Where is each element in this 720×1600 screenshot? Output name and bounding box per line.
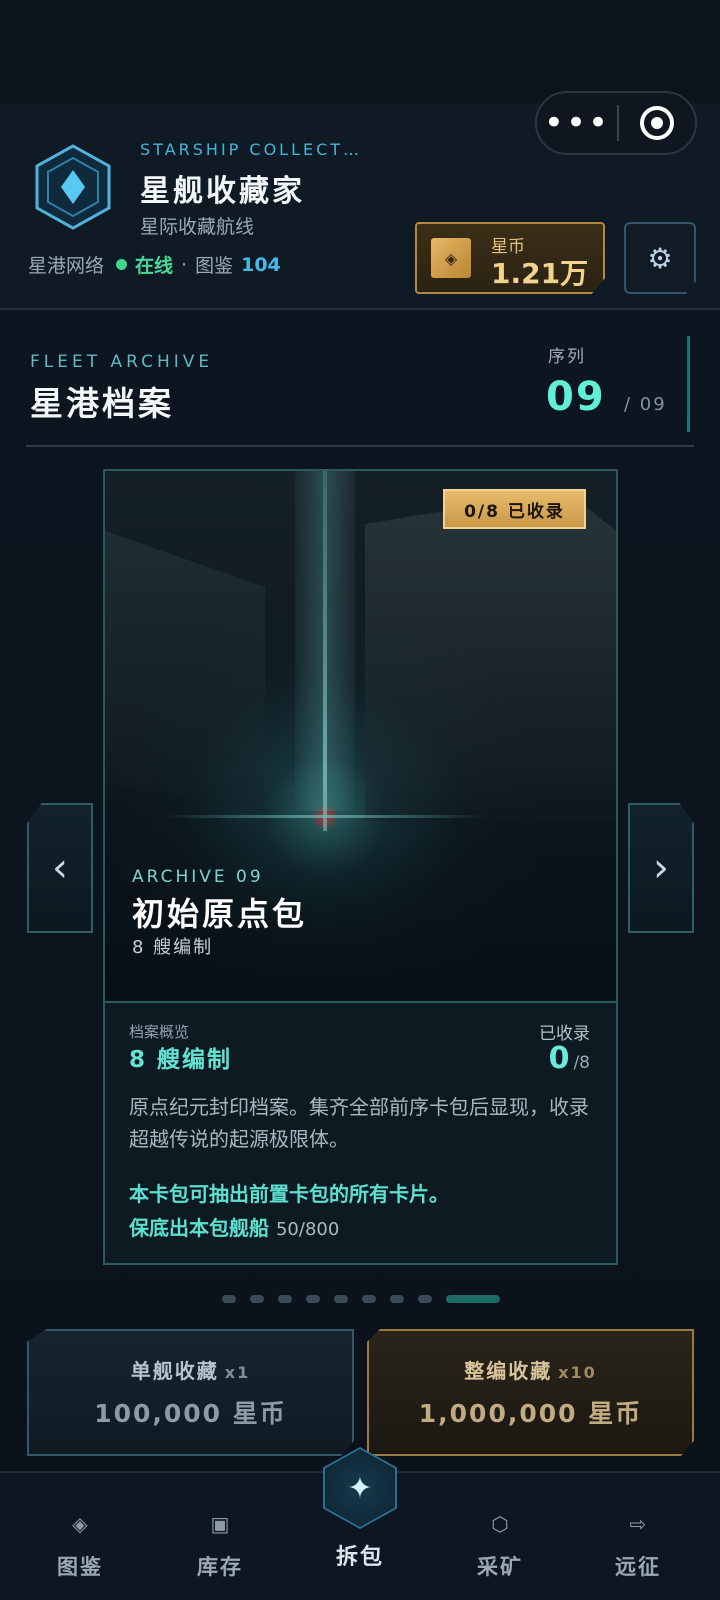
codex-icon: ◈ [72,1512,88,1536]
pity-label: 保底出本包舰船 [129,1216,269,1240]
coin-balance[interactable]: ◈ 星币 1.21万 [415,222,605,294]
mining-icon: ⬡ [491,1512,509,1536]
network-status-row: 星港网络 在线 · 图鉴 104 [28,251,281,278]
ten-draw-title: 整编收藏 x10 [464,1355,597,1384]
next-pack-button[interactable]: › [628,803,694,933]
online-dot-icon [116,259,128,270]
coin-value: 1.21万 [491,257,589,290]
ten-draw-price: 1,000,000 星币 [418,1399,643,1428]
pack-card[interactable]: 0/8 已收录 ARCHIVE 09 初始原点包 8 艘编制 档案概览 8 艘编… [103,469,618,1265]
single-draw-label: 单舰收藏 [130,1359,219,1383]
network-label: 星港网络 [28,255,105,277]
single-draw-title: 单舰收藏 x1 [131,1355,250,1384]
bottom-tab-bar: ◈ 图鉴 ▣ 库存 ✦ 拆包 ⬡ 采矿 ⇨ 远征 [0,1447,720,1600]
pager-dot[interactable] [334,1295,348,1303]
archive-title: 星港档案 [30,384,174,423]
tab-unpack-label: 拆包 [335,1545,384,1570]
pack-code: ARCHIVE 09 [132,867,264,887]
tab-mining-label: 采矿 [477,1555,523,1579]
mini-program-capsule: ••• [535,91,697,155]
pack-highlight: 本卡包可抽出前置卡包的所有卡片。 [129,1182,449,1206]
hex-frame: ✦ [323,1447,397,1529]
single-draw-button[interactable]: 单舰收藏 x1 100,000 星币 [27,1329,354,1456]
inventory-icon: ▣ [210,1512,230,1536]
pager-dot[interactable] [390,1295,404,1303]
settings-button[interactable]: ⚙ [624,222,696,294]
ten-draw-label: 整编收藏 [464,1359,553,1383]
pack-name: 初始原点包 [132,895,308,933]
single-draw-price: 100,000 星币 [94,1399,287,1428]
tab-codex-label: 图鉴 [57,1555,103,1579]
pack-pager [222,1295,500,1303]
pager-dot[interactable] [446,1295,500,1303]
tab-unpack[interactable]: ✦ 拆包 [305,1447,415,1571]
status-area [0,0,720,104]
codex-label: 图鉴 [195,255,234,277]
app-logo [35,144,111,230]
pack-description: 原点纪元封印档案。集齐全部前序卡包后显现，收录超越传说的起源极限体。 [129,1095,589,1151]
tab-inventory-label: 库存 [197,1555,243,1579]
pity-value: 50/800 [275,1219,340,1240]
pager-dot[interactable] [222,1295,236,1303]
gear-icon: ⚙ [647,241,673,275]
app-frame: STARSHIP COLLECT… 星舰收藏家 星际收藏航线 星港网络 在线 ·… [0,0,720,1600]
tab-mining[interactable]: ⬡ 采矿 [445,1511,555,1581]
app-subtitle: 星际收藏航线 [140,216,255,238]
app-subtitle-en: STARSHIP COLLECT… [140,140,363,159]
app-title: 星舰收藏家 [140,174,305,209]
tab-codex[interactable]: ◈ 图鉴 [25,1511,135,1581]
sequence-total: / 09 [624,394,667,415]
tab-expedition[interactable]: ⇨ 远征 [583,1511,693,1581]
collected-badge: 0/8 已收录 [443,489,586,529]
target-icon [640,106,674,140]
recorded-count: 0 /8 [549,1041,590,1076]
sequence-current: 09 [546,374,606,420]
info-fleet-size: 8 艘编制 [129,1047,233,1073]
chevron-right-icon: › [653,845,669,891]
coin-icon: ◈ [431,238,471,278]
recorded-total: /8 [573,1053,590,1073]
codex-count: 104 [241,253,281,276]
pager-dot[interactable] [418,1295,432,1303]
pity-info: 保底出本包舰船 50/800 [129,1212,339,1241]
pager-dot[interactable] [250,1295,264,1303]
pack-info-panel: 档案概览 8 艘编制 已收录 0 /8 原点纪元封印档案。集齐全部前序卡包后显现… [105,1001,616,1263]
close-program-button[interactable] [619,106,695,140]
recorded-current: 0 [548,1041,570,1076]
online-status: 在线 [135,255,174,277]
sparkle-icon: ✦ [325,1449,395,1527]
pager-dot[interactable] [278,1295,292,1303]
pack-ship-count: 8 艘编制 [132,937,214,958]
pack-artwork: 0/8 已收录 ARCHIVE 09 初始原点包 8 艘编制 [105,471,616,1001]
sequence-indicator: 序列 09 / 09 [540,336,690,432]
pager-dot[interactable] [362,1295,376,1303]
art-structure-left [105,531,265,811]
single-draw-multiplier: x1 [224,1363,251,1382]
more-menu-icon[interactable]: ••• [537,93,617,153]
prev-pack-button[interactable]: ‹ [27,803,93,933]
section-divider [26,445,694,447]
pager-dot[interactable] [306,1295,320,1303]
chevron-left-icon: ‹ [52,845,68,891]
tab-expedition-label: 远征 [615,1555,661,1579]
info-label: 档案概览 [129,1023,190,1041]
expedition-icon: ⇨ [629,1512,647,1536]
sequence-label: 序列 [548,347,586,367]
archive-label-en: FLEET ARCHIVE [30,352,214,372]
ten-draw-multiplier: x10 [558,1363,597,1382]
separator: · [181,253,188,276]
ten-draw-button[interactable]: 整编收藏 x10 1,000,000 星币 [367,1329,694,1456]
tab-inventory[interactable]: ▣ 库存 [165,1511,275,1581]
